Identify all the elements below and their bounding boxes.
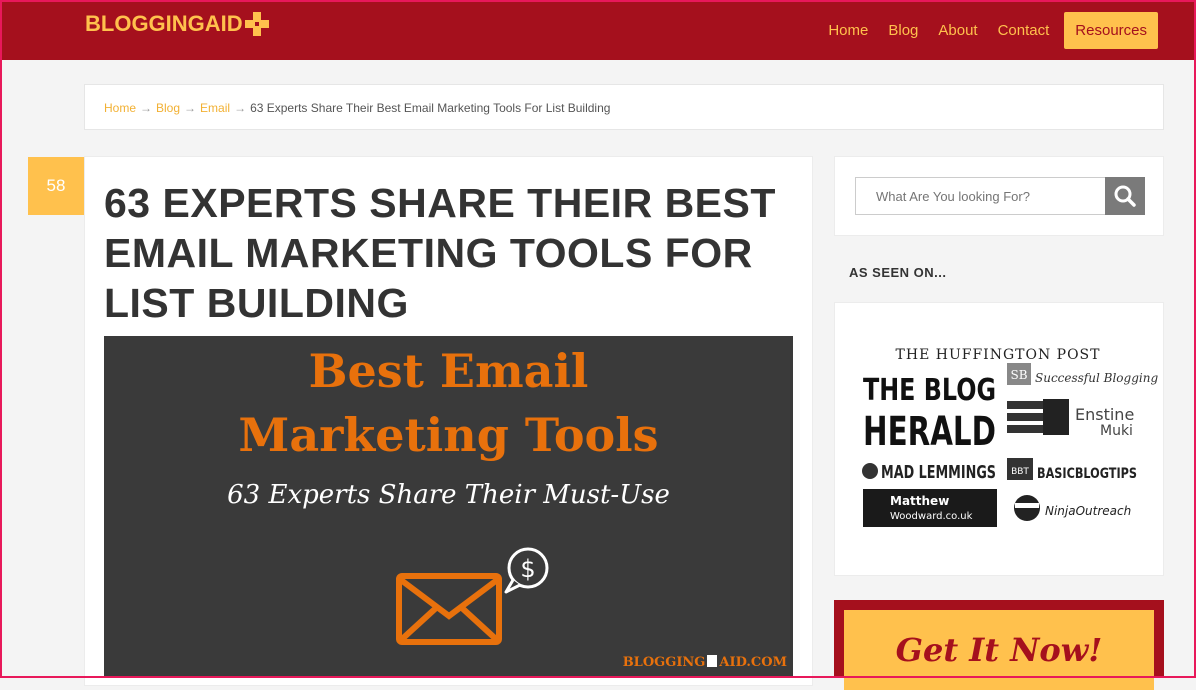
svg-text:THE BLOG: THE BLOG: [863, 373, 996, 408]
get-it-now-button[interactable]: Get It Now!: [844, 610, 1154, 690]
press-logos: THE HUFFINGTON POST THE BLOG HERALD SB S…: [862, 347, 1158, 527]
comment-count-badge[interactable]: 58: [28, 157, 84, 215]
logo-cross-icon: [244, 12, 269, 36]
svg-text:THE HUFFINGTON POST: THE HUFFINGTON POST: [896, 347, 1101, 363]
press-logos-panel: THE HUFFINGTON POST THE BLOG HERALD SB S…: [834, 302, 1164, 576]
svg-text:HERALD: HERALD: [863, 409, 996, 455]
svg-text:Successful Blogging: Successful Blogging: [1035, 371, 1158, 385]
nav-blog[interactable]: Blog: [888, 22, 918, 39]
site-logo[interactable]: BLOGGINGAID: [85, 11, 269, 37]
search-icon: [1114, 185, 1136, 207]
svg-text:BASICBLOGTIPS: BASICBLOGTIPS: [1037, 466, 1137, 482]
logo-text: BLOGGINGAID: [85, 11, 243, 36]
svg-text:$: $: [520, 555, 535, 583]
breadcrumb: Home → Blog → Email → 63 Experts Share Their B…: [84, 84, 1164, 130]
promo-text: Get It Now!: [895, 631, 1103, 669]
as-seen-on-heading: AS SEEN ON...: [849, 265, 947, 280]
article-title: 63 EXPERTS SHARE THEIR BEST EMAIL MARKET…: [104, 180, 776, 326]
main-nav: Home Blog About Contact Resources: [808, 12, 1158, 49]
nav-home[interactable]: Home: [828, 22, 868, 39]
breadcrumb-arrow-icon: →: [234, 101, 247, 115]
site-header: BLOGGINGAID Home Blog About Contact Reso…: [0, 0, 1196, 60]
svg-text:SB: SB: [1010, 368, 1027, 382]
breadcrumb-arrow-icon: →: [184, 101, 197, 115]
search-input[interactable]: [855, 177, 1106, 215]
breadcrumb-home[interactable]: Home: [104, 101, 136, 115]
svg-text:Enstine: Enstine: [1075, 405, 1134, 424]
promo-banner: Get It Now!: [834, 600, 1164, 690]
svg-text:BBT: BBT: [1011, 467, 1029, 477]
breadcrumb-email[interactable]: Email: [200, 101, 230, 115]
envelope-dollar-icon: $: [396, 547, 549, 645]
breadcrumb-blog[interactable]: Blog: [156, 101, 180, 115]
svg-text:NinjaOutreach: NinjaOutreach: [1045, 504, 1131, 518]
nav-contact[interactable]: Contact: [998, 22, 1050, 39]
hero-brand: BLOGGING AID.COM: [622, 655, 787, 670]
hero-image: Best Email Marketing Tools 63 Experts Sh…: [104, 336, 793, 678]
svg-text:Woodward.co.uk: Woodward.co.uk: [890, 511, 973, 522]
search-button[interactable]: [1105, 177, 1145, 215]
svg-text:Muki: Muki: [1100, 423, 1133, 439]
svg-text:MAD LEMMINGS: MAD LEMMINGS: [881, 462, 996, 483]
nav-resources-button[interactable]: Resources: [1064, 12, 1158, 49]
search-widget: [834, 156, 1164, 236]
svg-text:Matthew: Matthew: [890, 494, 949, 508]
nav-about[interactable]: About: [938, 22, 977, 39]
breadcrumb-arrow-icon: →: [140, 101, 153, 115]
breadcrumb-current: 63 Experts Share Their Best Email Market…: [250, 101, 611, 115]
